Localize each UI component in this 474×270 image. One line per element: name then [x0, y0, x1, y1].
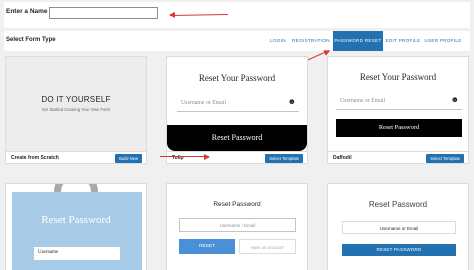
- card-preview: Reset Your Password Username or Email ☻ …: [328, 57, 468, 151]
- annotation-arrow-select: [160, 156, 209, 157]
- template-card-daffodil[interactable]: Reset Your Password Username or Email ☻ …: [327, 56, 469, 164]
- name-input[interactable]: [49, 7, 158, 19]
- form-title: Reset Your Password: [359, 72, 437, 82]
- template-card-scratch[interactable]: DO IT YOURSELF Get Started Creating Your…: [5, 56, 147, 164]
- card-subheading: Get Started Creating Your Own Form: [41, 107, 111, 112]
- card-preview: Reset Your Password Username or Email ☻ …: [167, 57, 307, 151]
- username-field[interactable]: Username or Email ☻: [177, 95, 299, 112]
- template-card-tulip[interactable]: Reset Your Password Username or Email ☻ …: [166, 56, 308, 164]
- reset-password-button[interactable]: Reset Password: [336, 119, 462, 137]
- username-field[interactable]: Username or Email: [342, 221, 456, 234]
- template-name: Create from Scratch: [11, 155, 59, 161]
- form-title: Reset Password: [213, 201, 261, 208]
- build-new-button[interactable]: Build New: [115, 154, 142, 163]
- template-card-5[interactable]: Reset Password Username / Email RESET Ha…: [166, 183, 308, 270]
- card-footer: Create from Scratch Build New: [6, 151, 146, 163]
- name-label: Enter a Name: [6, 8, 48, 15]
- reset-button[interactable]: RESET: [179, 239, 235, 254]
- template-card-6[interactable]: Reset Password Username or Email RESET P…: [327, 183, 469, 270]
- card-preview: Reset Password Username: [6, 184, 146, 270]
- have-account-link[interactable]: Have an account?: [239, 239, 296, 254]
- reset-password-button[interactable]: RESET PASSWORD: [342, 244, 456, 256]
- card-preview: Reset Password Username or Email RESET P…: [328, 184, 468, 270]
- form-title: Reset Password: [368, 200, 428, 209]
- card-preview: DO IT YOURSELF Get Started Creating Your…: [6, 57, 146, 151]
- username-field[interactable]: Username: [34, 247, 120, 260]
- username-field[interactable]: Username or Email ☻: [336, 93, 462, 110]
- form-title: Reset Password: [41, 214, 111, 226]
- card-heading: DO IT YOURSELF: [41, 95, 111, 104]
- card-preview: Reset Password Username / Email RESET Ha…: [167, 184, 307, 270]
- form-title: Reset Your Password: [198, 73, 276, 83]
- tab-password-reset[interactable]: PASSWORD RESET: [333, 31, 383, 51]
- reset-password-button[interactable]: Reset Password: [167, 125, 307, 151]
- template-name: Daffodil: [333, 155, 352, 161]
- tab-registration[interactable]: REGISTRATION: [292, 31, 330, 51]
- card-footer: Tulip Select Template: [167, 151, 307, 163]
- form-type-label: Select Form Type: [6, 37, 56, 43]
- tab-login[interactable]: LOGIN: [266, 31, 290, 51]
- emoji-icon: ☻: [450, 95, 459, 104]
- tab-user-profile[interactable]: USER PROFILE: [423, 31, 463, 51]
- card-footer: Daffodil Select Template: [328, 151, 468, 163]
- emoji-icon: ☻: [287, 97, 296, 106]
- username-field[interactable]: Username / Email: [179, 218, 296, 232]
- select-template-button[interactable]: Select Template: [265, 154, 303, 163]
- tab-edit-profile[interactable]: EDIT PROFILE: [385, 31, 421, 51]
- template-card-4[interactable]: Reset Password Username: [5, 183, 147, 270]
- select-template-button[interactable]: Select Template: [426, 154, 464, 163]
